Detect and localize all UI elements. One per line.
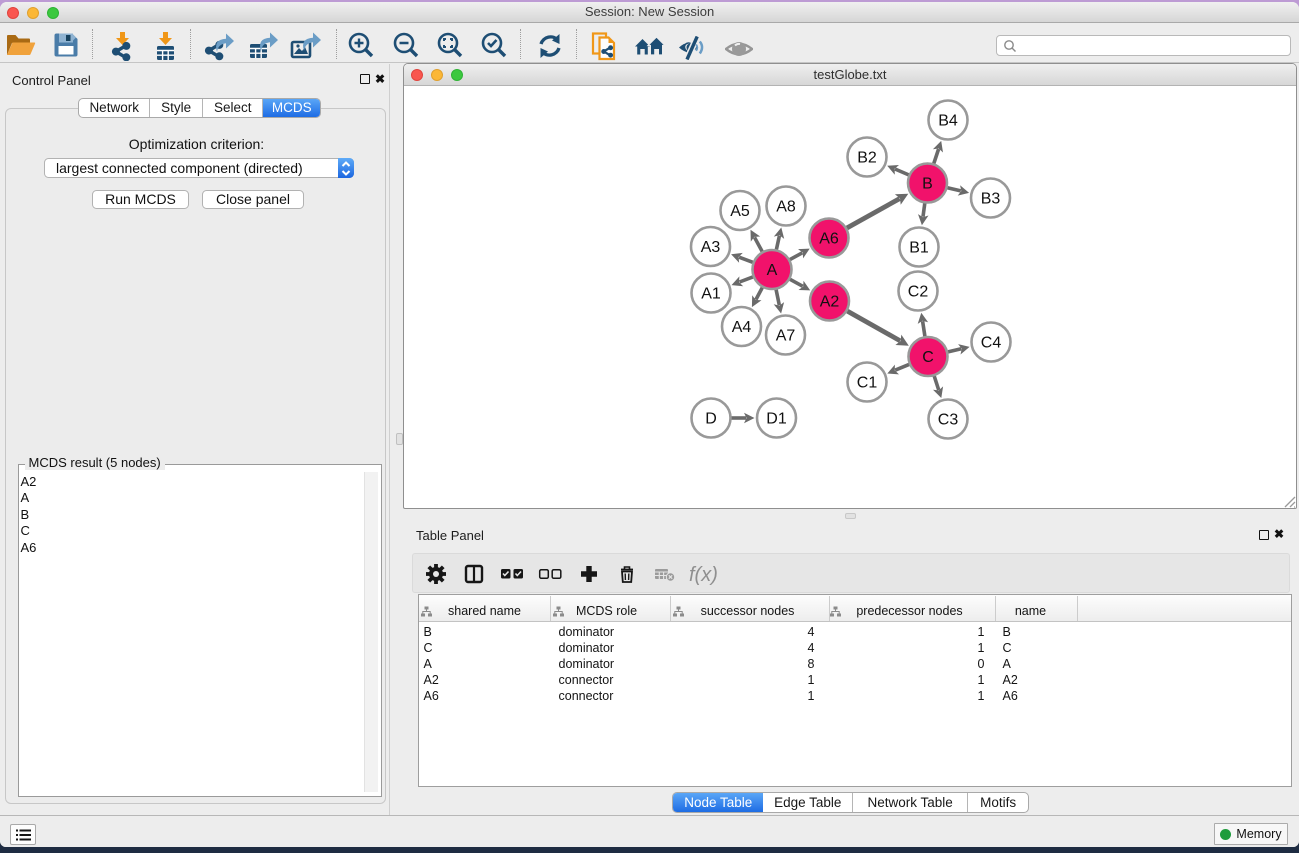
svg-text:f(x): f(x)	[689, 564, 718, 585]
svg-text:B1: B1	[909, 239, 929, 256]
svg-text:A2: A2	[819, 293, 839, 310]
svg-text:A1: A1	[701, 285, 721, 302]
svg-text:A8: A8	[776, 198, 796, 215]
svg-text:C2: C2	[907, 283, 928, 300]
svg-text:B3: B3	[980, 190, 1000, 207]
svg-text:D: D	[705, 410, 717, 427]
svg-text:A5: A5	[730, 203, 750, 220]
svg-text:D1: D1	[766, 410, 787, 427]
svg-text:A3: A3	[700, 239, 720, 256]
svg-text:C1: C1	[856, 374, 877, 391]
svg-text:B: B	[922, 175, 933, 192]
svg-text:A4: A4	[731, 319, 751, 336]
svg-text:A6: A6	[819, 230, 839, 247]
svg-text:B2: B2	[857, 149, 877, 166]
svg-text:A7: A7	[775, 327, 795, 344]
svg-text:C3: C3	[937, 411, 958, 428]
svg-text:C4: C4	[980, 334, 1001, 351]
svg-text:C: C	[922, 349, 934, 366]
svg-text:A: A	[766, 262, 777, 279]
svg-text:B4: B4	[938, 112, 958, 129]
